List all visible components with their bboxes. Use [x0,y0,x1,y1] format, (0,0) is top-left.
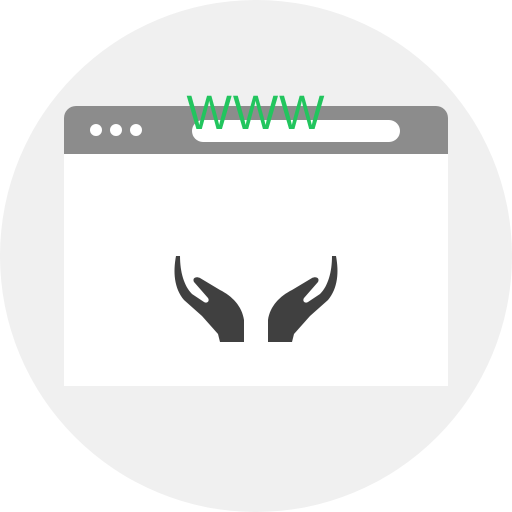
web-hosting-illustration: WWW [0,0,512,512]
browser-window [64,106,448,386]
right-hand-icon [268,256,338,342]
hands-holding-web-icon [174,256,338,342]
left-hand-icon [174,256,244,342]
www-label: WWW [186,87,326,140]
